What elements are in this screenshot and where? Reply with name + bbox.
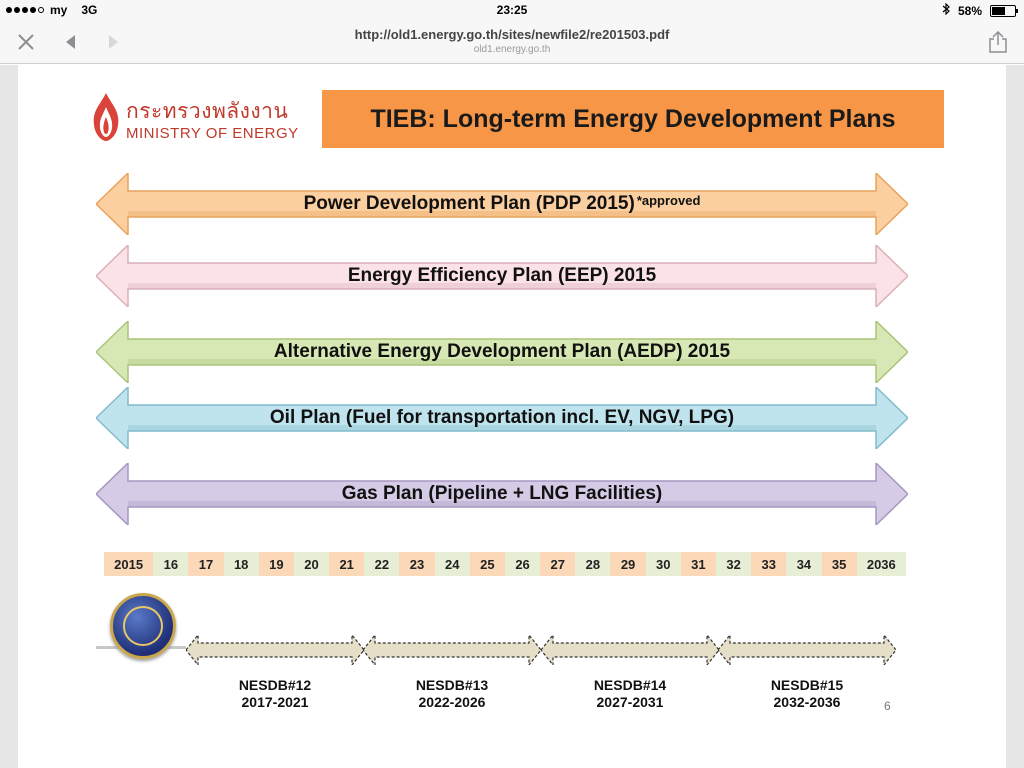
year-timeline: 2015 16 17 18 19 20 21 22 23 24 25 26 27 28 29 30 31 32 33… (104, 552, 906, 576)
year-cell: 24 (434, 552, 470, 576)
year-cell: 2015 (104, 552, 154, 576)
nesdb-seal-icon (110, 593, 176, 659)
url-text[interactable]: http://old1.energy.go.th/sites/newfile2/… (0, 27, 1024, 42)
status-bar: my 3G 23:25 58% (0, 0, 1024, 20)
plan-label: Power Development Plan (PDP 2015) *approv… (96, 173, 908, 235)
logo-thai-text: กระทรวงพลังงาน (126, 99, 289, 123)
plan-arrow: Power Development Plan (PDP 2015) *approv… (96, 173, 908, 235)
nesdb-range: 2027-2031 (596, 694, 664, 710)
nesdb-range: 2017-2021 (241, 694, 309, 710)
year-cell: 18 (223, 552, 259, 576)
status-right: 58% (942, 2, 1018, 18)
flame-logo-icon (93, 93, 119, 141)
nesdb-range: 2022-2026 (418, 694, 486, 710)
left-gutter (0, 65, 18, 768)
year-cell: 23 (399, 552, 435, 576)
battery-icon (990, 4, 1018, 17)
pdf-slide[interactable]: กระทรวงพลังงาน MINISTRY OF ENERGY TIEB: … (18, 65, 1006, 768)
battery-percent: 58% (957, 3, 982, 18)
share-icon[interactable] (984, 28, 1012, 56)
year-cell: 29 (610, 552, 646, 576)
bluetooth-icon (942, 2, 950, 18)
plan-label-text: Power Development Plan (PDP 2015) (303, 193, 635, 214)
year-cell: 26 (504, 552, 541, 576)
nesdb-label: NESDB#12 2017-2021 (195, 677, 355, 711)
ministry-logo: กระทรวงพลังงาน MINISTRY OF ENERGY (90, 89, 320, 149)
domain-text: old1.energy.go.th (473, 44, 551, 55)
year-cell: 25 (469, 552, 505, 576)
plan-arrow: Alternative Energy Development Plan (AED… (96, 321, 908, 383)
year-cell: 33 (751, 552, 787, 576)
plan-arrow: Gas Plan (Pipeline + LNG Facilities) (96, 463, 908, 525)
nesdb-name: NESDB#14 (593, 677, 667, 693)
right-gutter (1006, 65, 1024, 768)
logo-english-text: MINISTRY OF ENERGY (126, 125, 299, 142)
year-cell: 20 (293, 552, 330, 576)
nesdb-arrow (363, 635, 541, 665)
nesdb-range: 2032-2036 (773, 694, 841, 710)
year-cell: 17 (188, 552, 224, 576)
year-cell: 16 (153, 552, 189, 576)
year-cell: 27 (540, 552, 576, 576)
year-cell: 34 (786, 552, 822, 576)
plan-label: Oil Plan (Fuel for transportation incl. … (96, 387, 908, 449)
year-cell: 19 (258, 552, 294, 576)
plan-label-text: Energy Efficiency Plan (EEP) 2015 (347, 265, 657, 286)
plan-label-text: Gas Plan (Pipeline + LNG Facilities) (341, 483, 663, 504)
nesdb-name: NESDB#13 (415, 677, 489, 693)
year-cell: 35 (821, 552, 857, 576)
plan-arrow: Oil Plan (Fuel for transportation incl. … (96, 387, 908, 449)
year-cell: 28 (575, 552, 611, 576)
nesdb-arrow (541, 635, 719, 665)
nesdb-arrow (186, 635, 364, 665)
plan-note: *approved (636, 192, 701, 208)
slide-title: TIEB: Long-term Energy Development Plans (322, 90, 944, 148)
plan-label: Gas Plan (Pipeline + LNG Facilities) (96, 463, 908, 525)
plan-label-text: Oil Plan (Fuel for transportation incl. … (269, 407, 735, 428)
page-number: 6 (884, 699, 891, 713)
nesdb-name: NESDB#12 (238, 677, 312, 693)
year-cell: 22 (364, 552, 400, 576)
year-cell: 31 (680, 552, 716, 576)
nesdb-arrow (718, 635, 896, 665)
browser-toolbar: http://old1.energy.go.th/sites/newfile2/… (0, 20, 1024, 64)
status-time: 23:25 (496, 3, 528, 17)
year-cell: 32 (716, 552, 752, 576)
year-cell: 21 (329, 552, 365, 576)
nesdb-label: NESDB#15 2032-2036 (727, 677, 887, 711)
nesdb-label: NESDB#14 2027-2031 (550, 677, 710, 711)
nesdb-name: NESDB#15 (770, 677, 844, 693)
year-cell: 30 (645, 552, 681, 576)
nesdb-label: NESDB#13 2022-2026 (372, 677, 532, 711)
plan-arrow: Energy Efficiency Plan (EEP) 2015 (96, 245, 908, 307)
year-cell: 2036 (856, 552, 906, 576)
plan-label: Alternative Energy Development Plan (AED… (96, 321, 908, 383)
plan-label: Energy Efficiency Plan (EEP) 2015 (96, 245, 908, 307)
plan-label-text: Alternative Energy Development Plan (AED… (273, 341, 731, 362)
